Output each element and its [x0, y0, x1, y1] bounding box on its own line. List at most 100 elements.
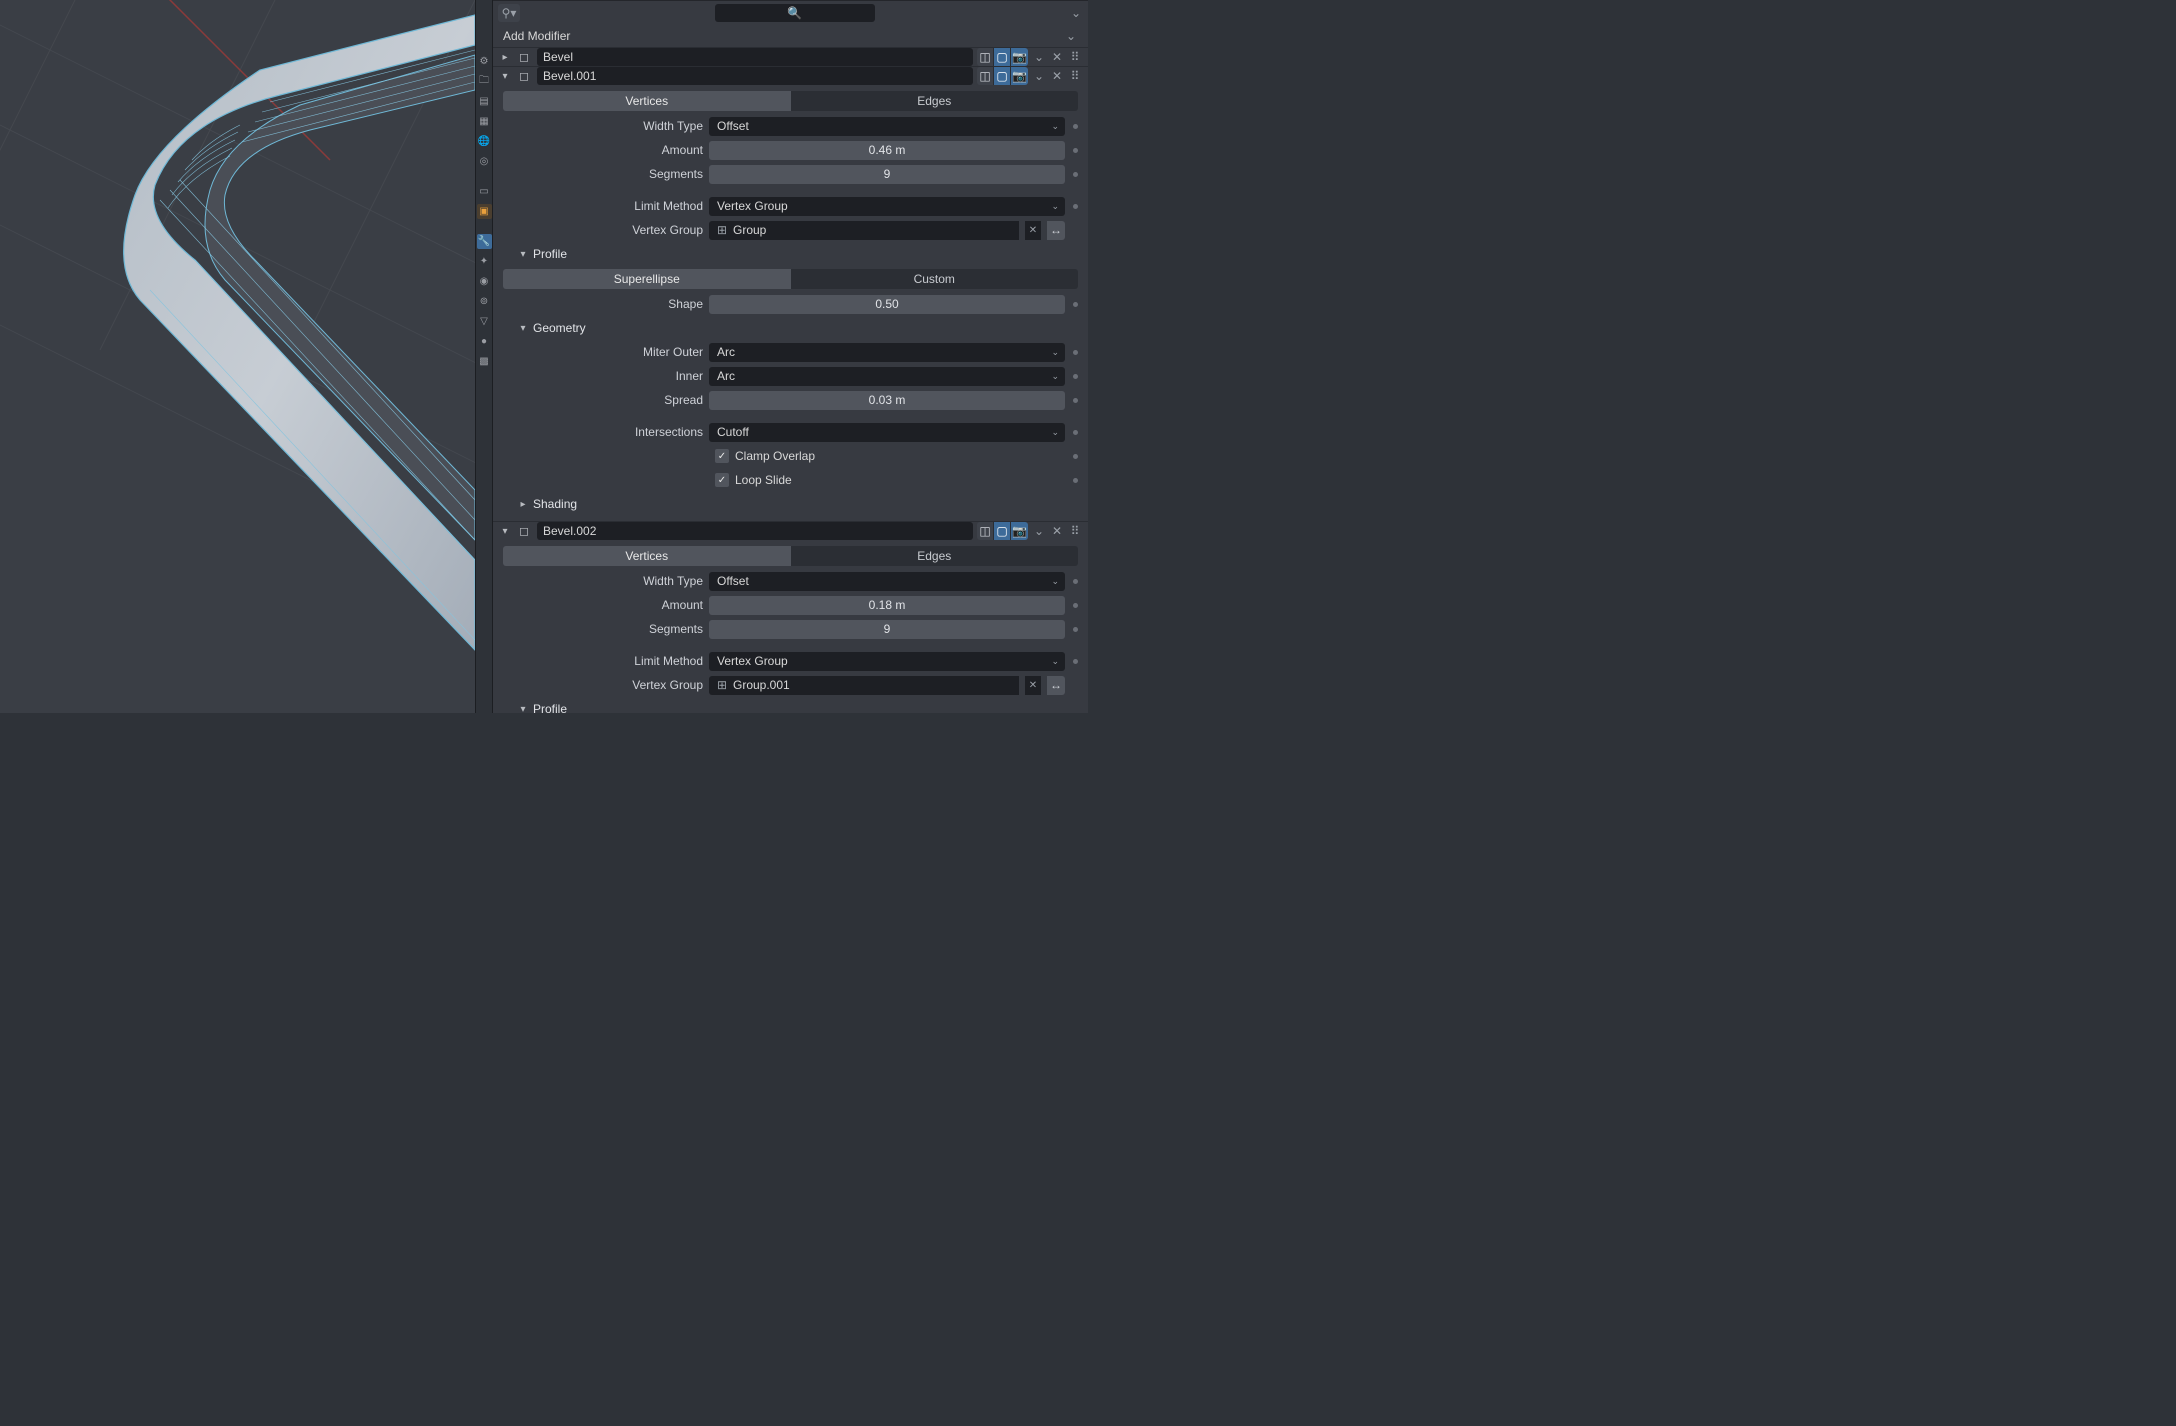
anim-dot-icon[interactable] [1073, 124, 1078, 129]
mode-edit-icon[interactable]: ◫ [977, 67, 994, 85]
tab-physics-icon[interactable]: ◉ [477, 274, 492, 289]
mode-render-icon[interactable]: 📷 [1011, 48, 1028, 66]
miter-outer-dropdown[interactable]: Arc⌄ [709, 343, 1065, 362]
tab-object-data-icon[interactable]: ▣ [477, 204, 492, 219]
properties-panel: ⚲▾ 🔍 ⌄ Add Modifier ⌄ ▸ ◻ Bevel ◫ ▢ 📷 ⌄ … [493, 0, 1088, 713]
modifier-header-bevel001: ▾ ◻ Bevel.001 ◫ ▢ 📷 ⌄ ✕ ⠿ [493, 66, 1088, 85]
clear-vertex-group-icon[interactable]: ✕ [1025, 221, 1041, 240]
intersections-label: Intersections [503, 425, 703, 439]
modifier-name-input[interactable]: Bevel [537, 48, 973, 66]
search-input[interactable]: 🔍 [715, 4, 875, 22]
invert-vertex-group-icon[interactable]: ↔ [1047, 676, 1065, 695]
vertex-group-label: Vertex Group [503, 223, 703, 237]
drag-handle-icon[interactable]: ⠿ [1068, 48, 1082, 66]
tab-particles-icon[interactable]: ✦ [477, 254, 492, 269]
invert-vertex-group-icon[interactable]: ↔ [1047, 221, 1065, 240]
clear-vertex-group-icon[interactable]: ✕ [1025, 676, 1041, 695]
tab-render-icon[interactable]: ⚙ [477, 54, 492, 69]
spread-field[interactable]: 0.03 m [709, 391, 1065, 410]
modifier-header-bevel002: ▾ ◻ Bevel.002 ◫ ▢ 📷 ⌄ ✕ ⠿ [493, 521, 1088, 540]
mode-edit-icon[interactable]: ◫ [977, 48, 994, 66]
mode-realtime-icon[interactable]: ▢ [994, 48, 1011, 66]
limit-method-label: Limit Method [503, 199, 703, 213]
pin-button[interactable]: ⚲▾ [498, 4, 520, 22]
vertex-group-field[interactable]: ⊞Group [709, 221, 1019, 240]
profile-section-toggle[interactable]: ▾Profile [503, 243, 1078, 265]
dropdown-chevron-icon[interactable]: ⌄ [1032, 522, 1046, 540]
anim-dot-icon[interactable] [1073, 374, 1078, 379]
mode-edit-icon[interactable]: ◫ [977, 522, 994, 540]
tab-superellipse[interactable]: Superellipse [503, 269, 791, 289]
tab-edges[interactable]: Edges [791, 91, 1079, 111]
anim-dot-icon[interactable] [1073, 172, 1078, 177]
anim-dot-icon[interactable] [1073, 398, 1078, 403]
segments-field[interactable]: 9 [709, 165, 1065, 184]
limit-method-dropdown[interactable]: Vertex Group⌄ [709, 197, 1065, 216]
amount-field[interactable]: 0.46 m [709, 141, 1065, 160]
width-type-dropdown[interactable]: Offset⌄ [709, 117, 1065, 136]
drag-handle-icon[interactable]: ⠿ [1068, 67, 1082, 85]
vertex-group-field[interactable]: ⊞Group.001 [709, 676, 1019, 695]
modifier-body-bevel001: Vertices Edges Width Type Offset⌄ Amount… [493, 85, 1088, 521]
clamp-overlap-checkbox[interactable] [715, 449, 729, 463]
anim-dot-icon[interactable] [1073, 350, 1078, 355]
anim-dot-icon[interactable] [1073, 148, 1078, 153]
modifier-name-input[interactable]: Bevel.001 [537, 67, 973, 85]
expand-toggle[interactable]: ▾ [499, 525, 511, 537]
tab-output-icon[interactable]: 🗀 [477, 74, 492, 89]
tab-collection-icon[interactable]: ◎ [477, 154, 492, 169]
add-modifier-button[interactable]: Add Modifier ⌄ [493, 25, 1088, 47]
segments-field[interactable]: 9 [709, 620, 1065, 639]
mode-realtime-icon[interactable]: ▢ [994, 67, 1011, 85]
anim-dot-icon[interactable] [1073, 430, 1078, 435]
expand-toggle[interactable]: ▾ [499, 70, 511, 82]
mode-render-icon[interactable]: 📷 [1011, 67, 1028, 85]
dropdown-chevron-icon[interactable]: ⌄ [1032, 48, 1046, 66]
dropdown-chevron-icon[interactable]: ⌄ [1032, 67, 1046, 85]
profile-section-toggle[interactable]: ▾Profile [503, 698, 1078, 713]
tab-viewlayer-icon[interactable]: ▤ [477, 94, 492, 109]
anim-dot-icon[interactable] [1073, 579, 1078, 584]
modifier-name-input[interactable]: Bevel.002 [537, 522, 973, 540]
bevel-icon: ◻ [515, 67, 533, 85]
segments-label: Segments [503, 167, 703, 181]
viewport-3d[interactable] [0, 0, 475, 713]
intersections-dropdown[interactable]: Cutoff⌄ [709, 423, 1065, 442]
drag-handle-icon[interactable]: ⠿ [1068, 522, 1082, 540]
tab-constraints-icon[interactable]: ⊚ [477, 294, 492, 309]
tab-modifiers-icon[interactable]: 🔧 [477, 234, 492, 249]
anim-dot-icon[interactable] [1073, 627, 1078, 632]
anim-dot-icon[interactable] [1073, 454, 1078, 459]
shape-field[interactable]: 0.50 [709, 295, 1065, 314]
loop-slide-checkbox[interactable] [715, 473, 729, 487]
options-chevron-icon[interactable]: ⌄ [1069, 6, 1083, 20]
geometry-section-toggle[interactable]: ▾Geometry [503, 317, 1078, 339]
tab-world-icon[interactable]: 🌐 [477, 134, 492, 149]
anim-dot-icon[interactable] [1073, 659, 1078, 664]
anim-dot-icon[interactable] [1073, 204, 1078, 209]
tab-texture-icon[interactable]: ▩ [477, 354, 492, 369]
width-type-dropdown[interactable]: Offset⌄ [709, 572, 1065, 591]
tab-scene-icon[interactable]: ▦ [477, 114, 492, 129]
anim-dot-icon[interactable] [1073, 302, 1078, 307]
amount-field[interactable]: 0.18 m [709, 596, 1065, 615]
tab-vertices[interactable]: Vertices [503, 91, 791, 111]
tab-custom[interactable]: Custom [791, 269, 1079, 289]
shading-section-toggle[interactable]: ▸Shading [503, 493, 1078, 515]
expand-toggle[interactable]: ▸ [499, 51, 511, 63]
tab-vertices[interactable]: Vertices [503, 546, 791, 566]
anim-dot-icon[interactable] [1073, 603, 1078, 608]
inner-dropdown[interactable]: Arc⌄ [709, 367, 1065, 386]
modifier-body-bevel002: Vertices Edges Width Type Offset⌄ Amount… [493, 540, 1088, 713]
delete-modifier-icon[interactable]: ✕ [1050, 48, 1064, 66]
mode-render-icon[interactable]: 📷 [1011, 522, 1028, 540]
limit-method-dropdown[interactable]: Vertex Group⌄ [709, 652, 1065, 671]
tab-edges[interactable]: Edges [791, 546, 1079, 566]
anim-dot-icon[interactable] [1073, 478, 1078, 483]
tab-mesh-icon[interactable]: ▽ [477, 314, 492, 329]
tab-material-icon[interactable]: ● [477, 334, 492, 349]
tab-object-icon[interactable]: ▭ [477, 184, 492, 199]
delete-modifier-icon[interactable]: ✕ [1050, 67, 1064, 85]
mode-realtime-icon[interactable]: ▢ [994, 522, 1011, 540]
delete-modifier-icon[interactable]: ✕ [1050, 522, 1064, 540]
